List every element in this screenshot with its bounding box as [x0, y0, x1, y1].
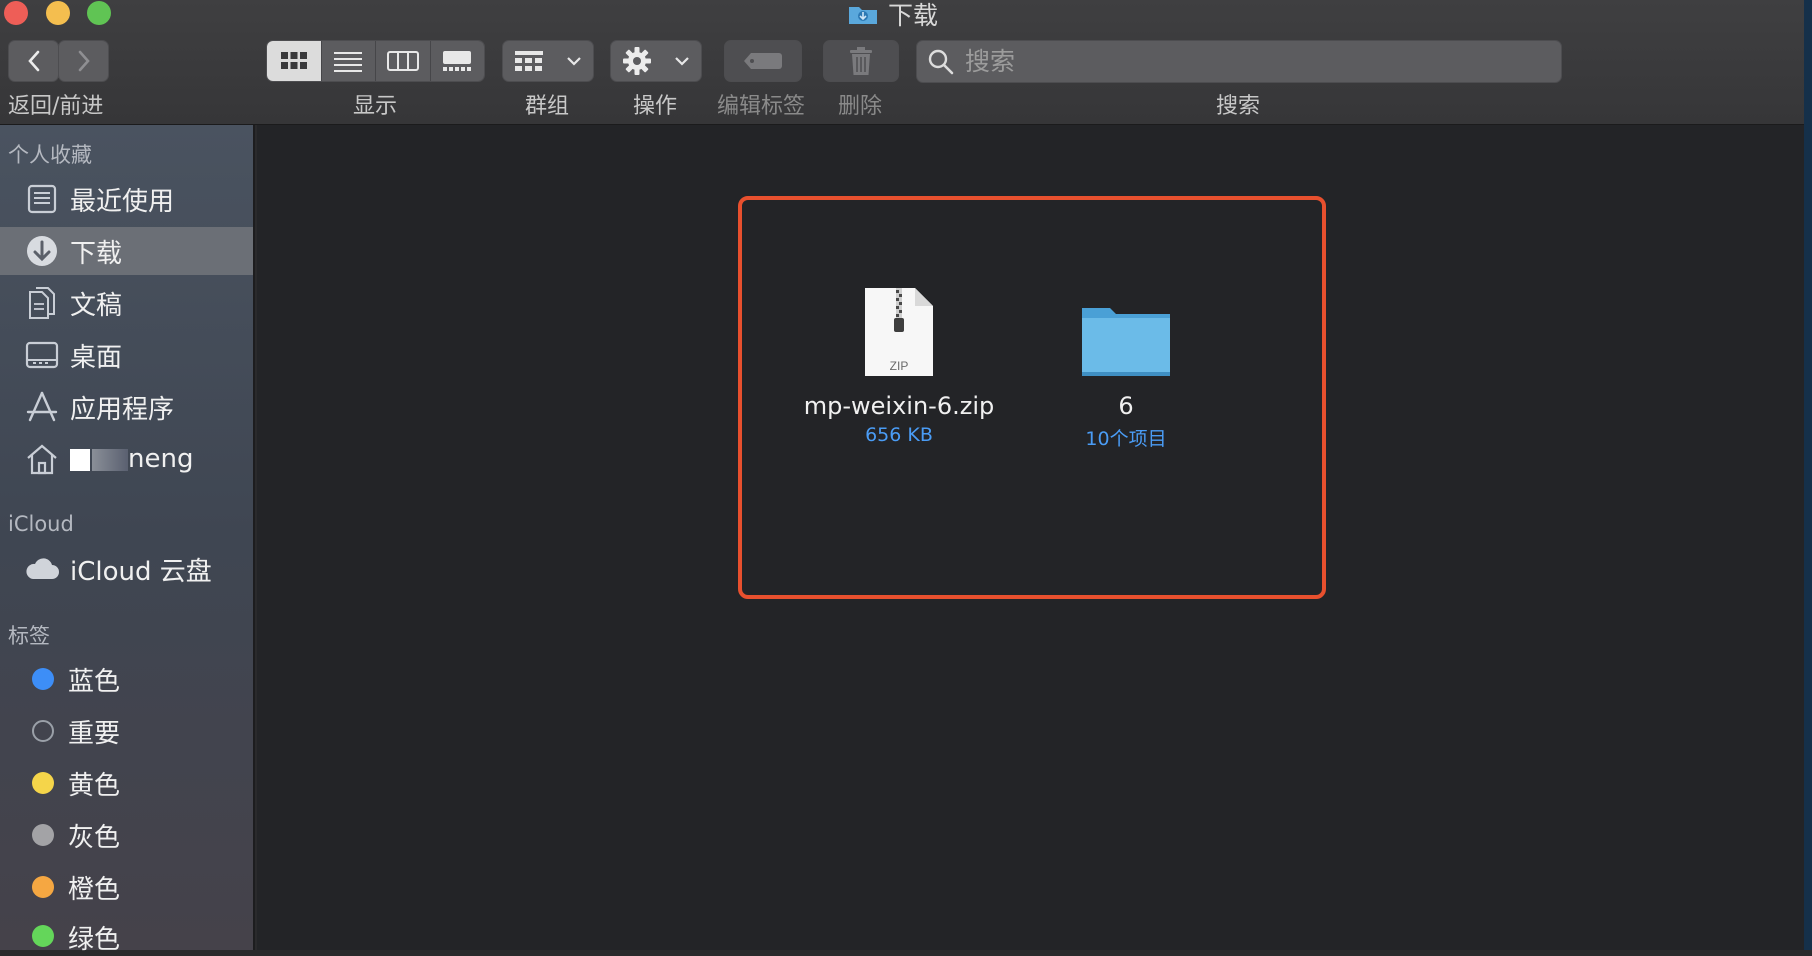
icon-view-button[interactable] [267, 41, 322, 81]
gallery-view-button[interactable] [430, 41, 484, 81]
sidebar-item-label: 文稿 [70, 290, 123, 321]
sidebar-item-label: 下载 [70, 238, 123, 269]
file-name: 6 [1118, 392, 1134, 420]
tag-icon [744, 53, 782, 69]
file-item-folder[interactable]: 6 10个项目 [1066, 304, 1186, 451]
redacted-block [92, 448, 128, 471]
sidebar-item-label: 蓝色 [68, 666, 121, 697]
search-field[interactable] [916, 40, 1562, 83]
sidebar-item-label: 最近使用 [70, 186, 175, 217]
window-edge [1804, 0, 1812, 950]
tags-header: 标签 [8, 624, 50, 648]
sidebar-item-label: 黄色 [68, 770, 121, 801]
delete-button[interactable] [823, 40, 899, 82]
sidebar-tag-important[interactable]: 重要 [0, 707, 253, 755]
zip-file-icon: ZIP [865, 288, 933, 376]
applications-icon [24, 389, 60, 425]
sidebar-tag-green[interactable]: 绿色 [0, 915, 253, 955]
list-view-icon [334, 52, 363, 72]
search-icon [928, 49, 954, 74]
sidebar-item-downloads[interactable]: 下载 [0, 227, 253, 275]
column-view-button[interactable] [376, 41, 431, 81]
icloud-header: iCloud [8, 512, 74, 536]
tag-dot-icon [32, 720, 54, 742]
close-window-button[interactable] [4, 1, 28, 25]
gallery-view-icon [443, 51, 472, 71]
view-label: 显示 [353, 94, 398, 119]
minimize-window-button[interactable] [46, 1, 70, 25]
tag-dot-icon [32, 772, 54, 794]
icon-view-icon [280, 52, 307, 69]
downloads-icon [24, 233, 60, 269]
tag-dot-icon [32, 668, 54, 690]
folder-item-count: 10个项目 [1085, 428, 1167, 450]
sidebar-tag-gray[interactable]: 灰色 [0, 811, 253, 859]
forward-button[interactable] [58, 40, 109, 82]
sidebar-item-label: iCloud 云盘 [70, 556, 212, 587]
sidebar-item-recents[interactable]: 最近使用 [0, 175, 253, 223]
delete-label: 删除 [838, 94, 883, 119]
window-title-text: 下载 [888, 1, 939, 30]
gear-icon [623, 47, 651, 75]
sidebar-item-label: 应用程序 [70, 394, 175, 425]
group-button[interactable] [502, 40, 594, 82]
action-label: 操作 [633, 94, 678, 119]
documents-icon [24, 285, 60, 321]
group-icon [515, 51, 543, 71]
edit-tags-button[interactable] [724, 40, 802, 82]
favorites-header: 个人收藏 [8, 143, 92, 167]
downloads-folder-icon [849, 7, 877, 24]
file-size: 656 KB [865, 424, 933, 446]
sidebar: 个人收藏 最近使用 下载 文稿 桌面 应用程序 neng iCloud iClo… [0, 125, 255, 955]
group-label: 群组 [525, 94, 570, 119]
column-view-icon [386, 51, 419, 71]
tag-dot-icon [32, 925, 54, 947]
sidebar-item-label: 灰色 [68, 822, 121, 853]
chevron-left-icon [27, 50, 39, 72]
view-mode-control[interactable] [266, 40, 485, 82]
sidebar-tag-yellow[interactable]: 黄色 [0, 759, 253, 807]
file-name: mp-weixin-6.zip [803, 392, 995, 420]
home-icon [24, 441, 60, 477]
back-button[interactable] [8, 40, 59, 82]
back-forward-label: 返回/前进 [8, 94, 104, 119]
trash-icon [850, 47, 872, 75]
zoom-window-button[interactable] [87, 1, 111, 25]
sidebar-item-desktop[interactable]: 桌面 [0, 331, 253, 379]
toolbar: 下载 返回/前进 显示 群组 操作 编辑标签 删除 搜索 搜索 [0, 0, 1804, 125]
window-title: 下载 [848, 0, 938, 30]
sidebar-item-applications[interactable]: 应用程序 [0, 383, 253, 431]
tag-dot-icon [32, 824, 54, 846]
sidebar-item-label: 桌面 [70, 342, 123, 373]
home-label-text: neng [128, 444, 194, 474]
list-view-button[interactable] [321, 41, 376, 81]
sidebar-item-label: 重要 [68, 718, 121, 749]
zip-badge: ZIP [890, 359, 909, 373]
sidebar-tag-blue[interactable]: 蓝色 [0, 655, 253, 703]
chevron-down-icon [675, 57, 689, 66]
folder-icon [1082, 308, 1170, 376]
file-item-zip[interactable]: ZIP mp-weixin-6.zip 656 KB [796, 286, 1002, 446]
cloud-icon [24, 551, 60, 587]
edit-tags-label: 编辑标签 [717, 94, 806, 119]
chevron-right-icon [78, 50, 90, 72]
tag-dot-icon [32, 876, 54, 898]
sidebar-item-documents[interactable]: 文稿 [0, 279, 253, 327]
desktop-icon [24, 337, 60, 373]
sidebar-item-label: 绿色 [68, 925, 121, 955]
sidebar-item-home[interactable]: neng [0, 435, 253, 483]
redacted-block [70, 448, 90, 471]
action-button[interactable] [610, 40, 702, 82]
sidebar-item-label: neng [70, 444, 193, 474]
recents-icon [24, 181, 60, 217]
sidebar-item-icloud-drive[interactable]: iCloud 云盘 [0, 545, 253, 593]
sidebar-tag-orange[interactable]: 橙色 [0, 863, 253, 911]
search-input[interactable] [963, 46, 1527, 77]
sidebar-item-label: 橙色 [68, 874, 121, 905]
chevron-down-icon [567, 57, 581, 66]
search-label: 搜索 [1216, 94, 1261, 119]
